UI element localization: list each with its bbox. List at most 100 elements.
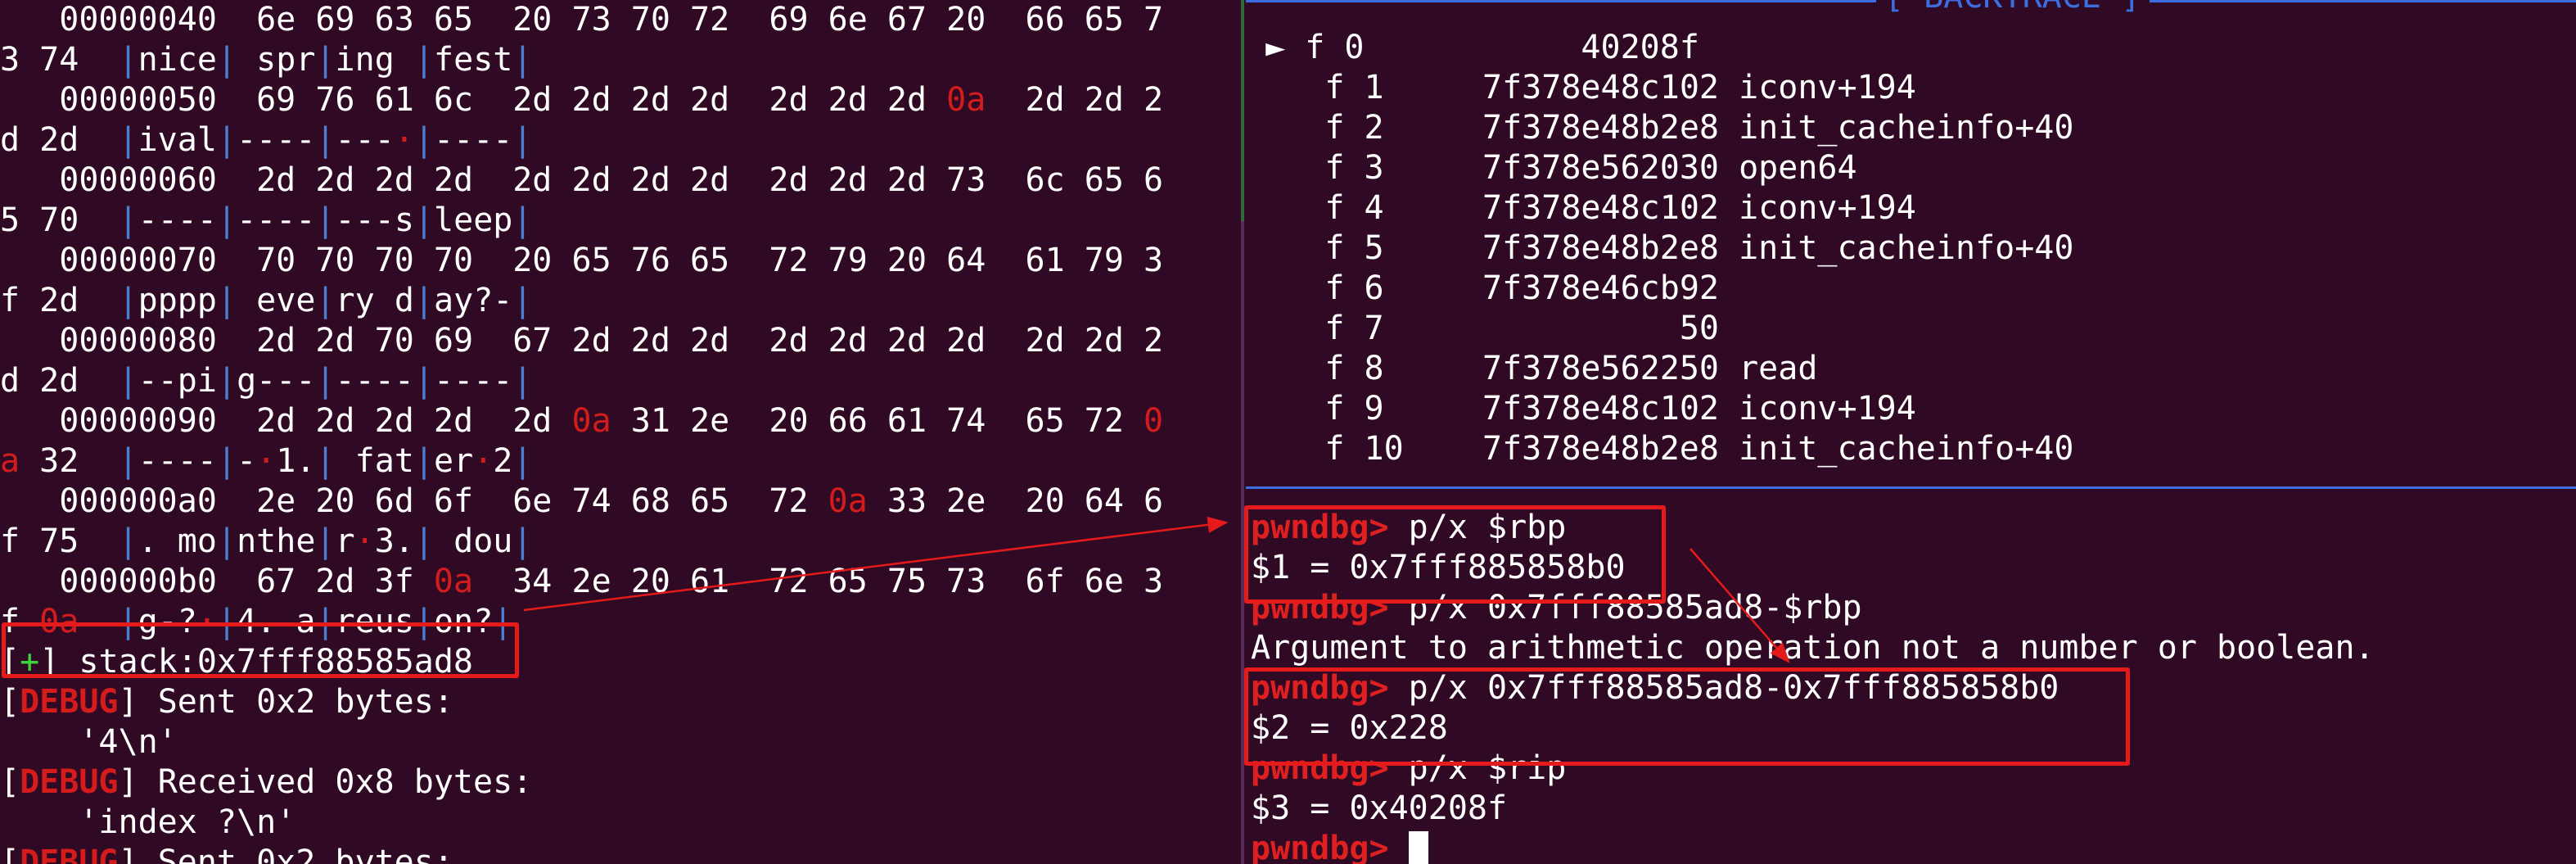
hex-byte: 69	[315, 1, 355, 38]
ascii-pipe: |	[216, 41, 237, 79]
ascii-char: -	[237, 201, 257, 239]
hex-byte: 63	[374, 1, 414, 38]
hex-byte: 69	[433, 322, 474, 360]
ascii-char: -	[335, 121, 355, 159]
backtrace-list: ► f 0 40208f f 1 7f378e48c102 iconv+194 …	[1246, 28, 2576, 469]
backtrace-frame[interactable]: ► f 0 40208f	[1246, 28, 2576, 68]
left-terminal-pane[interactable]: 00000040 6e 69 63 65 20 73 70 72 69 6e 6…	[0, 0, 1241, 864]
backtrace-frame[interactable]: f 9 7f378e48c102 iconv+194	[1246, 389, 2576, 429]
hex-byte: 2d	[769, 322, 809, 360]
ascii-char: t	[493, 41, 513, 79]
ascii-row: d 2d |ival|----|---·|----|	[0, 120, 1241, 161]
ascii-char: p	[493, 201, 513, 239]
ascii-pipe: |	[413, 522, 434, 560]
ascii-lead: a	[0, 442, 20, 480]
ascii-char: -	[354, 201, 375, 239]
hex-byte: 69	[256, 81, 296, 119]
gdb-output-line: $3 = 0x40208f	[1251, 789, 2573, 829]
hex-byte: 67	[886, 1, 927, 38]
debug-message: Received 0x8 bytes:	[157, 763, 533, 801]
ascii-char	[237, 41, 256, 79]
backtrace-frame[interactable]: f 4 7f378e48c102 iconv+194	[1246, 188, 2576, 228]
hex-byte: 79	[1084, 242, 1124, 279]
ascii-char: o	[196, 522, 217, 560]
ascii-char: g	[237, 362, 257, 400]
ascii-char: r	[335, 282, 355, 319]
backtrace-frame[interactable]: f 2 7f378e48b2e8 init_cacheinfo+40	[1246, 108, 2576, 148]
ascii-char: -	[493, 121, 513, 159]
hex-byte: 2d	[769, 161, 809, 199]
hex-byte: 2d	[315, 161, 355, 199]
ascii-char: -	[453, 362, 474, 400]
frame-address: 7f378e48b2e8	[1482, 229, 1719, 267]
ascii-char	[158, 522, 178, 560]
ascii-char: -	[256, 121, 277, 159]
ascii-char: ·	[354, 522, 375, 560]
ascii-char: e	[295, 282, 316, 319]
hex-offset: 000000a0	[0, 482, 257, 520]
ascii-pipe: |	[216, 282, 237, 319]
hex-byte: 61	[1025, 242, 1065, 279]
hex-byte: 76	[630, 242, 670, 279]
backtrace-frame[interactable]: f 1 7f378e48c102 iconv+194	[1246, 68, 2576, 108]
ascii-char: -	[354, 121, 375, 159]
debug-line: [DEBUG] Received 0x8 bytes:	[0, 763, 533, 801]
hexdump-row: 000000a0 2e 20 6d 6f 6e 74 68 65 72 0a 3…	[0, 482, 1241, 522]
ascii-char: -	[354, 362, 375, 400]
hex-byte: 2d	[630, 81, 670, 119]
hexdump-row: 00000090 2d 2d 2d 2d 2d 0a 31 2e 20 66 6…	[0, 401, 1241, 441]
frame-address: 7f378e48c102	[1482, 189, 1719, 227]
hex-byte: 7	[1144, 1, 1164, 38]
ascii-char: -	[295, 201, 316, 239]
hex-byte: 3	[1144, 563, 1164, 600]
hex-byte: 2d	[886, 322, 927, 360]
ascii-char: -	[453, 121, 474, 159]
hex-byte: 2	[1144, 81, 1164, 119]
ascii-pipe: |	[118, 522, 138, 560]
ascii-pipe: |	[315, 121, 336, 159]
backtrace-frame[interactable]: f 7 50	[1246, 309, 2576, 349]
ascii-char: -	[276, 121, 296, 159]
ascii-pipe: |	[216, 121, 237, 159]
ascii-lead: 5 70	[0, 201, 119, 239]
hex-offset: 00000040	[0, 1, 257, 38]
ascii-pipe: |	[315, 201, 336, 239]
frame-indent	[1246, 189, 1324, 227]
ascii-char: a	[177, 121, 197, 159]
ascii-char: 1	[276, 442, 296, 480]
ascii-char: -	[434, 121, 454, 159]
hex-byte: 65	[828, 563, 868, 600]
ascii-char: p	[196, 282, 217, 319]
backtrace-frame[interactable]: f 6 7f378e46cb92	[1246, 269, 2576, 309]
hex-byte: 61	[886, 402, 927, 440]
frame-symbol: init_cacheinfo+40	[1739, 109, 2074, 147]
hex-byte: 20	[630, 563, 670, 600]
ascii-char: v	[276, 282, 296, 319]
hex-byte: 20	[1025, 482, 1065, 520]
ascii-pipe: |	[413, 442, 435, 480]
debug-payload: '4\n'	[0, 723, 178, 761]
hex-byte: 2d	[571, 81, 611, 119]
ascii-pipe: |	[118, 41, 138, 79]
hex-byte: 65	[690, 482, 730, 520]
annotation-box-offset	[1244, 667, 2130, 766]
ascii-char: -	[473, 121, 494, 159]
frame-symbol: iconv+194	[1739, 189, 1916, 227]
ascii-row: a 32 |----|-·1.| fat|er·2|	[0, 442, 533, 480]
frame-address: 7f378e562030	[1482, 149, 1719, 187]
backtrace-rule-left	[1246, 0, 1876, 2]
ascii-char: r	[295, 41, 316, 79]
backtrace-frame[interactable]: f 8 7f378e562250 read	[1246, 349, 2576, 389]
debug-line: [DEBUG] Sent 0x2 bytes:	[0, 843, 1241, 864]
debug-line: [DEBUG] Sent 0x2 bytes:	[0, 683, 453, 721]
backtrace-frame[interactable]: f 5 7f378e48b2e8 init_cacheinfo+40	[1246, 228, 2576, 269]
frame-number: f 7	[1324, 310, 1384, 347]
backtrace-frame[interactable]: f 10 7f378e48b2e8 init_cacheinfo+40	[1246, 429, 2576, 469]
frame-number: f 4	[1324, 189, 1384, 227]
hex-byte: 2d	[630, 322, 670, 360]
backtrace-frame[interactable]: f 3 7f378e562030 open64	[1246, 148, 2576, 188]
hex-byte: 2d	[946, 322, 986, 360]
frame-number: f 8	[1324, 350, 1384, 387]
hex-byte: 65	[1084, 1, 1124, 38]
frame-indent	[1246, 109, 1324, 147]
